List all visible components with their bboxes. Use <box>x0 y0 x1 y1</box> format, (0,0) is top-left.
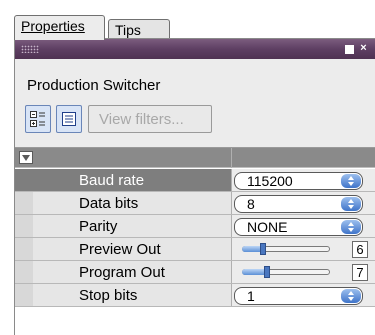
combo-value: NONE <box>247 219 288 235</box>
chevron-updown-icon[interactable] <box>341 289 361 303</box>
property-name: Parity <box>79 218 118 235</box>
combo-value: 115200 <box>247 173 293 189</box>
categorized-view-icon <box>30 111 45 127</box>
tab-tips-label: Tips <box>115 22 141 38</box>
panel-titlebar[interactable]: × <box>15 39 375 59</box>
property-name: Stop bits <box>79 287 138 304</box>
property-row-baud-rate[interactable]: Baud rate 115200 <box>15 169 375 192</box>
chevron-updown-icon[interactable] <box>341 220 361 234</box>
data-bits-select[interactable]: 8 <box>234 195 363 213</box>
baud-rate-select[interactable]: 115200 <box>234 172 363 190</box>
categorized-view-button[interactable] <box>25 105 51 133</box>
property-grid: Baud rate 115200 Data bits 8 Parity NONE… <box>15 147 375 335</box>
collapse-toggle-icon[interactable] <box>19 151 33 164</box>
tab-properties-label: Properties <box>21 18 85 34</box>
column-divider[interactable] <box>231 148 232 168</box>
property-name: Preview Out <box>79 241 161 258</box>
property-name: Program Out <box>79 264 165 281</box>
combo-value: 1 <box>247 288 255 304</box>
grid-header <box>15 148 375 168</box>
property-name: Data bits <box>79 195 139 212</box>
property-value-cell: 1 <box>232 284 375 306</box>
view-filters-button[interactable]: View filters... <box>88 105 212 133</box>
property-name: Baud rate <box>79 172 145 189</box>
property-row-program-out[interactable]: Program Out 7 <box>15 261 375 284</box>
tab-tips[interactable]: Tips <box>108 19 170 40</box>
preview-out-value[interactable]: 6 <box>352 241 368 258</box>
tab-properties[interactable]: Properties <box>14 15 105 40</box>
combo-value: 8 <box>247 196 255 212</box>
property-row-stop-bits[interactable]: Stop bits 1 <box>15 284 375 307</box>
program-out-slider[interactable] <box>242 266 330 278</box>
slider-thumb[interactable] <box>260 243 266 255</box>
property-row-data-bits[interactable]: Data bits 8 <box>15 192 375 215</box>
property-row-preview-out[interactable]: Preview Out 6 <box>15 238 375 261</box>
close-icon[interactable]: × <box>358 43 369 54</box>
alphabetical-view-button[interactable] <box>56 105 82 133</box>
chevron-updown-icon[interactable] <box>341 174 361 188</box>
property-value-cell: 8 <box>232 192 375 214</box>
stop-bits-select[interactable]: 1 <box>234 287 363 305</box>
properties-panel: × Production Switcher View filters... Ba… <box>14 38 375 335</box>
maximize-icon[interactable] <box>345 45 354 54</box>
property-row-parity[interactable]: Parity NONE <box>15 215 375 238</box>
property-value-cell: 7 <box>232 261 375 283</box>
property-value-cell: 115200 <box>232 169 375 191</box>
property-value-cell: 6 <box>232 238 375 260</box>
preview-out-slider[interactable] <box>242 243 330 255</box>
slider-thumb[interactable] <box>264 266 270 278</box>
program-out-value[interactable]: 7 <box>352 264 368 281</box>
chevron-updown-icon[interactable] <box>341 197 361 211</box>
alphabetical-view-icon <box>62 112 76 126</box>
property-value-cell: NONE <box>232 215 375 237</box>
panel-title: Production Switcher <box>27 77 161 94</box>
drag-grip-icon[interactable] <box>21 45 39 53</box>
parity-select[interactable]: NONE <box>234 218 363 236</box>
